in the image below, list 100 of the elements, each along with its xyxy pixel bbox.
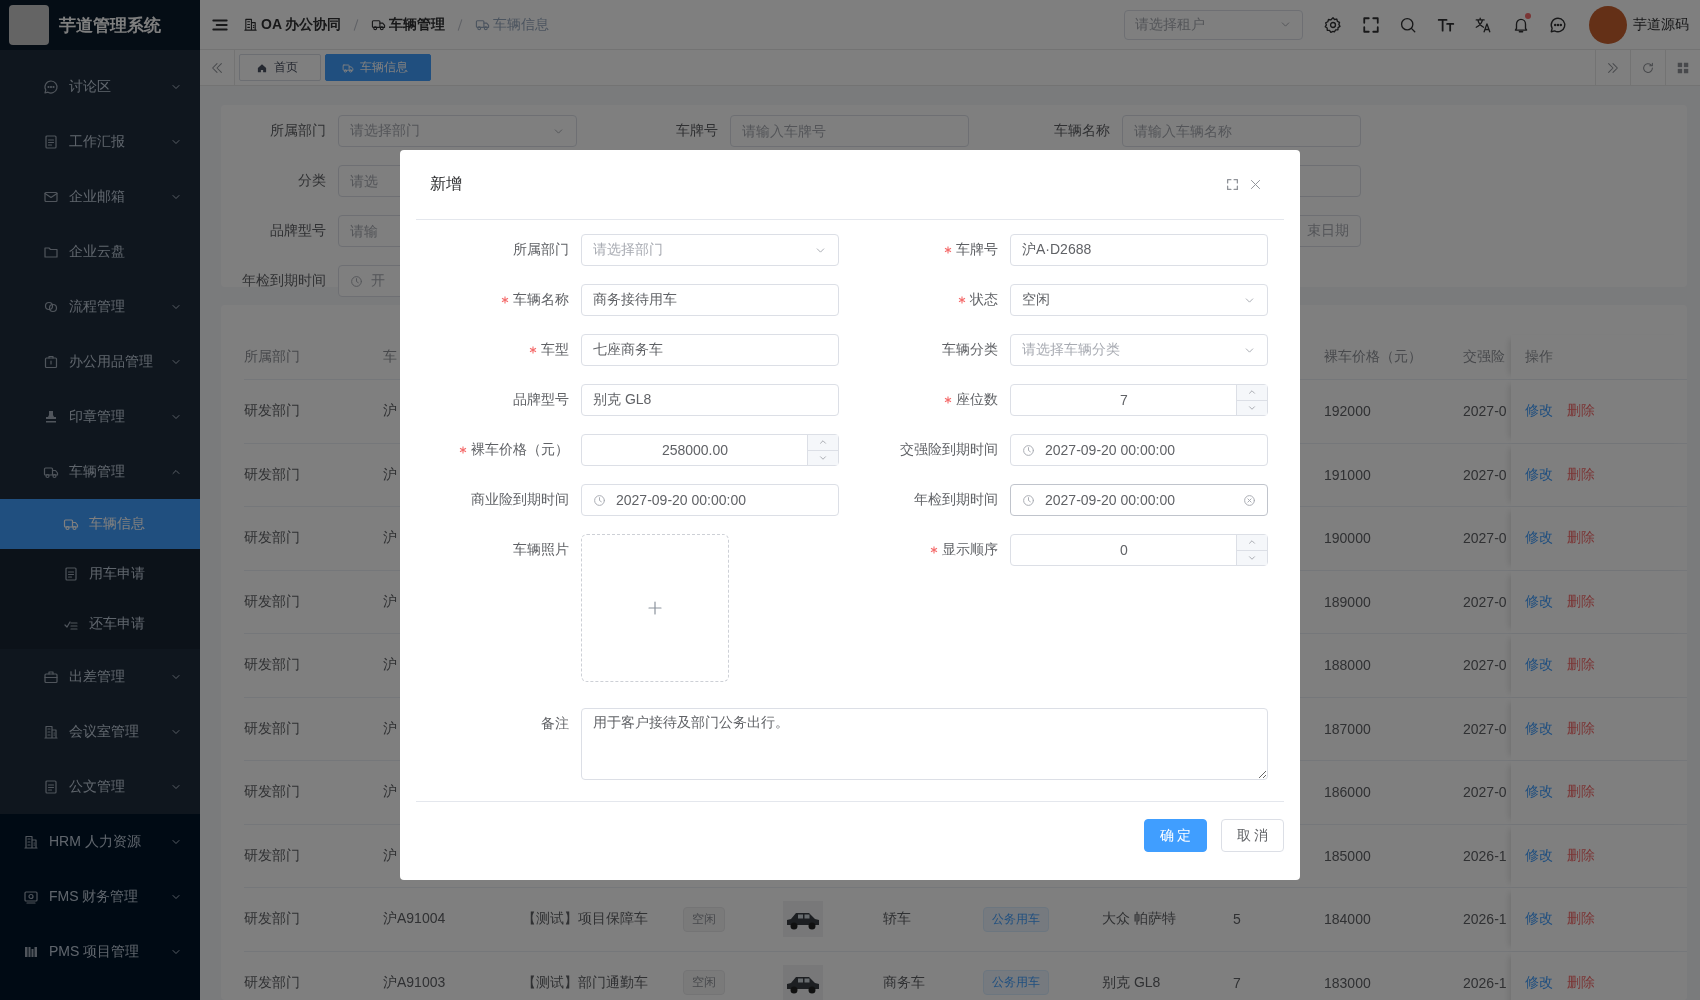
tab[interactable]: 车辆信息 (325, 54, 431, 81)
select-field[interactable]: 请选择部门 (581, 234, 839, 266)
required-mark-icon (930, 546, 938, 554)
sidebar-item[interactable]: 出差管理 (0, 649, 200, 704)
sidebar-item[interactable]: HRM 人力资源 (0, 814, 200, 869)
maximize-button[interactable] (1226, 178, 1239, 191)
sidebar-item[interactable]: PMS 项目管理 (0, 924, 200, 979)
user-name[interactable]: 芋道源码 (1633, 15, 1689, 34)
edit-link[interactable]: 修改 (1525, 402, 1553, 421)
table-cell: 沪 (383, 719, 397, 738)
delete-link[interactable]: 删除 (1567, 783, 1595, 802)
field-label: 车辆照片 (513, 541, 569, 559)
field-label: 商业险到期时间 (471, 491, 569, 509)
field-label: 品牌型号 (269, 222, 327, 240)
field-label: 车辆名称 (1053, 122, 1111, 140)
box-icon (43, 353, 59, 370)
sidebar-item[interactable]: 车辆信息 (0, 499, 200, 549)
sidebar-item[interactable]: 企业邮箱 (0, 169, 200, 224)
sidebar-item[interactable]: 讨论区 (0, 59, 200, 114)
field-label: 车牌号 (675, 122, 719, 140)
table-cell: 沪 (383, 656, 397, 675)
edit-link[interactable]: 修改 (1525, 592, 1553, 611)
table-cell: 别克 GL8 (1102, 973, 1161, 992)
edit-link[interactable]: 修改 (1525, 656, 1553, 675)
close-icon (1249, 178, 1262, 191)
table-cell: 研发部门 (244, 529, 300, 548)
date-time-field[interactable]: 2027-09-20 00:00:00 (1010, 434, 1268, 466)
edit-link[interactable]: 修改 (1525, 973, 1553, 992)
table-cell: 2027-0 (1463, 466, 1507, 483)
edit-link[interactable]: 修改 (1525, 465, 1553, 484)
table-cell: 研发部门 (244, 719, 300, 738)
delete-link[interactable]: 删除 (1567, 973, 1595, 992)
input-field[interactable]: 七座商务车 (581, 334, 839, 366)
table-cell: 2026-1 (1463, 974, 1507, 991)
tab[interactable]: 首页 (239, 54, 321, 81)
edit-link[interactable]: 修改 (1525, 529, 1553, 548)
delete-link[interactable]: 删除 (1567, 592, 1595, 611)
sidebar-item[interactable]: 车辆管理 (0, 444, 200, 499)
delete-link[interactable]: 删除 (1567, 719, 1595, 738)
sidebar-item[interactable]: 工作汇报 (0, 114, 200, 169)
building-icon (23, 833, 39, 850)
sidebar-item[interactable]: 还车申请 (0, 599, 200, 649)
field-label: 显示顺序 (942, 541, 998, 559)
field-label: 座位数 (956, 391, 998, 409)
field-label: 车辆名称 (513, 291, 569, 309)
date-time-field[interactable]: 2027-09-20 00:00:00 (581, 484, 839, 516)
table-cell: 沪A91004 (383, 910, 446, 929)
document-icon (43, 778, 59, 795)
input-field[interactable]: 沪A·D2688 (1010, 234, 1268, 266)
input-field[interactable]: 别克 GL8 (581, 384, 839, 416)
delete-link[interactable]: 删除 (1567, 910, 1595, 929)
car-drawing (783, 901, 823, 938)
truck-icon (371, 17, 387, 32)
double-chevron-left-icon (210, 60, 224, 75)
table-cell: 沪 (383, 783, 397, 802)
input-field[interactable]: 商务接待用车 (581, 284, 839, 316)
remark-textarea[interactable]: 用于客户接待及部门公务出行。 (581, 708, 1268, 780)
required-mark-icon (529, 346, 537, 354)
edit-link[interactable]: 修改 (1525, 783, 1553, 802)
field-label: 状态 (970, 291, 998, 309)
table-cell: 大众 帕萨特 (1102, 910, 1176, 929)
table-cell: 192000 (1324, 403, 1371, 420)
sidebar-item[interactable]: 办公用品管理 (0, 334, 200, 389)
sidebar-item[interactable]: FMS 财务管理 (0, 869, 200, 924)
cancel-button[interactable]: 取 消 (1221, 819, 1284, 852)
avatar[interactable] (1589, 5, 1627, 44)
date-time-field[interactable]: 2027-09-20 00:00:00 (1010, 484, 1268, 516)
table-cell: 沪 (383, 846, 397, 865)
close-button[interactable] (1249, 178, 1262, 191)
sidebar-item[interactable]: 流程管理 (0, 279, 200, 334)
chat-icon (43, 78, 59, 95)
field-label: 车型 (541, 341, 569, 359)
select-field[interactable]: 空闲 (1010, 284, 1268, 316)
delete-link[interactable]: 删除 (1567, 402, 1595, 421)
table-cell: 186000 (1324, 784, 1371, 801)
table-cell: 沪 (383, 592, 397, 611)
table-cell: 轿车 (883, 910, 911, 929)
delete-link[interactable]: 删除 (1567, 846, 1595, 865)
edit-link[interactable]: 修改 (1525, 910, 1553, 929)
breadcrumb-item[interactable]: 车辆管理 (371, 15, 446, 34)
field-label: 裸车价格（元） (471, 441, 569, 459)
sidebar-item[interactable]: 企业云盘 (0, 224, 200, 279)
sidebar-item[interactable]: 用车申请 (0, 549, 200, 599)
delete-link[interactable]: 删除 (1567, 529, 1595, 548)
edit-link[interactable]: 修改 (1525, 846, 1553, 865)
breadcrumb-item[interactable]: OA 办公协同 (243, 15, 342, 34)
sidebar-item[interactable]: 印章管理 (0, 389, 200, 444)
table-cell: 2027-0 (1463, 530, 1507, 547)
table-cell: 研发部门 (244, 973, 300, 992)
search-icon (1399, 15, 1418, 34)
delete-link[interactable]: 删除 (1567, 656, 1595, 675)
table-cell: 189000 (1324, 593, 1371, 610)
sidebar-item[interactable]: 会议室管理 (0, 704, 200, 759)
truck-icon (342, 61, 354, 74)
edit-link[interactable]: 修改 (1525, 719, 1553, 738)
confirm-button[interactable]: 确 定 (1144, 819, 1207, 852)
delete-link[interactable]: 删除 (1567, 465, 1595, 484)
clear-icon (1243, 493, 1256, 507)
select-field[interactable]: 请选择车辆分类 (1010, 334, 1268, 366)
sidebar-item[interactable]: 公文管理 (0, 759, 200, 814)
